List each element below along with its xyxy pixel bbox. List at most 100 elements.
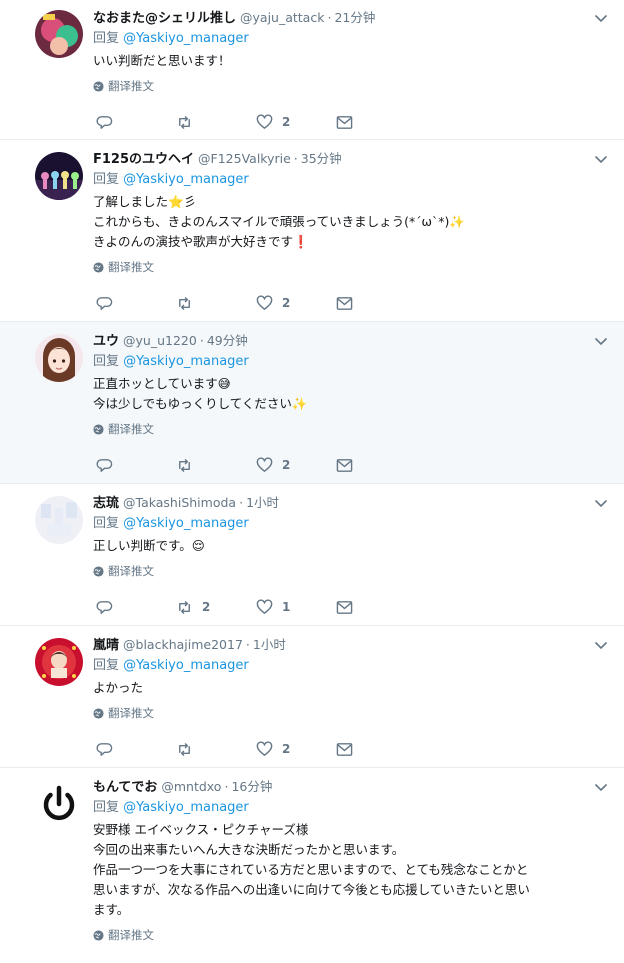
username[interactable]: @yu_u1220 — [123, 333, 197, 348]
globe-icon — [93, 929, 104, 941]
heart-icon — [256, 457, 273, 472]
reply-button[interactable] — [96, 599, 176, 616]
chevron-down-icon[interactable] — [594, 336, 608, 346]
heart-icon — [256, 295, 273, 310]
retweet-count: 2 — [202, 600, 211, 614]
like-button[interactable]: 2 — [256, 741, 336, 758]
like-count: 2 — [282, 296, 291, 310]
retweet-button[interactable] — [176, 295, 256, 312]
like-button[interactable]: 1 — [256, 599, 336, 616]
chevron-down-icon[interactable] — [594, 13, 608, 23]
direct-message-button[interactable] — [336, 114, 366, 131]
timestamp[interactable]: 21分钟 — [334, 10, 375, 25]
globe-icon — [93, 707, 104, 719]
display-name[interactable]: F125のユウヘイ — [93, 152, 194, 167]
translate-tweet-link[interactable]: 翻译推文 — [93, 77, 610, 95]
retweet-button[interactable]: 2 — [176, 599, 256, 616]
translate-tweet-link[interactable]: 翻译推文 — [93, 562, 610, 580]
reply-button[interactable] — [96, 457, 176, 474]
translate-label: 翻译推文 — [108, 928, 154, 942]
username[interactable]: @blackhajime2017 — [123, 637, 243, 652]
like-button[interactable]: 2 — [256, 114, 336, 131]
avatar[interactable] — [35, 10, 83, 58]
tweet[interactable]: 志琉 @TakashiShimoda · 1小时 回复 @Yaskiyo_manage… — [0, 484, 624, 626]
globe-icon — [93, 80, 104, 92]
retweet-icon — [179, 115, 190, 129]
separator: · — [239, 495, 244, 510]
avatar[interactable] — [35, 152, 83, 200]
mention-link[interactable]: @Yaskiyo_manager — [123, 800, 249, 815]
globe-icon — [93, 423, 104, 435]
globe-icon — [93, 261, 104, 273]
timestamp[interactable]: 1小时 — [253, 637, 286, 652]
avatar[interactable] — [35, 780, 83, 828]
chevron-down-icon[interactable] — [594, 498, 608, 508]
retweet-button[interactable] — [176, 114, 256, 131]
display-name[interactable]: なおまた@シェリル推し — [93, 11, 236, 26]
reply-prefix: 回复 — [93, 31, 120, 46]
mention-link[interactable]: @Yaskiyo_manager — [123, 516, 249, 531]
mention-link[interactable]: @Yaskiyo_manager — [123, 31, 249, 46]
reply-button[interactable] — [96, 295, 176, 312]
timestamp[interactable]: 49分钟 — [207, 333, 248, 348]
tweet-text: いい判断だと思います！ — [93, 53, 231, 68]
replying-to: 回复 @Yaskiyo_manager — [93, 29, 610, 49]
reply-button[interactable] — [96, 114, 176, 131]
tweet[interactable]: ユウ @yu_u1220 · 49分钟 回复 @Yaskiyo_manager 正直ホ… — [0, 322, 624, 484]
tweet-text: よかった — [93, 680, 144, 695]
retweet-button[interactable] — [176, 457, 256, 474]
replying-to: 回复 @Yaskiyo_manager — [93, 352, 610, 372]
reply-icon — [96, 115, 113, 129]
chevron-down-icon[interactable] — [594, 640, 608, 650]
timestamp[interactable]: 1小时 — [246, 495, 279, 510]
direct-message-button[interactable] — [336, 295, 366, 312]
username[interactable]: @TakashiShimoda — [123, 495, 236, 510]
translate-tweet-link[interactable]: 翻译推文 — [93, 420, 610, 438]
direct-message-button[interactable] — [336, 741, 366, 758]
retweet-icon — [179, 600, 190, 614]
tweet[interactable]: もんてでお @mntdxo · 16分钟 回复 @Yaskiyo_manager 安野… — [0, 768, 624, 963]
reply-button[interactable] — [96, 741, 176, 758]
tweet[interactable]: 嵐晴 @blackhajime2017 · 1小时 回复 @Yaskiyo_manag… — [0, 626, 624, 768]
display-name[interactable]: ユウ — [93, 334, 119, 349]
reply-icon — [96, 600, 113, 614]
username[interactable]: @F125Valkyrie — [198, 151, 291, 166]
direct-message-button[interactable] — [336, 599, 366, 616]
direct-message-button[interactable] — [336, 457, 366, 474]
timestamp[interactable]: 16分钟 — [231, 779, 272, 794]
tweet-text: 正直ホッとしています😅 今は少しでもゆっくりしてください✨ — [93, 376, 308, 411]
reply-icon — [96, 458, 113, 472]
reply-prefix: 回复 — [93, 354, 120, 369]
username[interactable]: @yaju_attack — [240, 10, 324, 25]
mention-link[interactable]: @Yaskiyo_manager — [123, 658, 249, 673]
username[interactable]: @mntdxo — [161, 779, 221, 794]
timestamp[interactable]: 35分钟 — [301, 151, 342, 166]
tweet-text: 了解しました⭐彡 これからも、きよのんスマイルで頑張っていきましょう(*´ω`*… — [93, 194, 465, 249]
like-button[interactable]: 2 — [256, 295, 336, 312]
avatar[interactable] — [35, 334, 83, 382]
replying-to: 回复 @Yaskiyo_manager — [93, 798, 610, 818]
reply-icon — [96, 296, 113, 310]
separator: · — [327, 10, 332, 25]
display-name[interactable]: もんてでお — [93, 780, 157, 795]
display-name[interactable]: 嵐晴 — [93, 638, 119, 653]
translate-label: 翻译推文 — [108, 564, 154, 578]
separator: · — [199, 333, 204, 348]
chevron-down-icon[interactable] — [594, 154, 608, 164]
translate-label: 翻译推文 — [108, 260, 154, 274]
display-name[interactable]: 志琉 — [93, 496, 119, 511]
tweet[interactable]: なおまた@シェリル推し @yaju_attack · 21分钟 回复 @Yaskiyo… — [0, 0, 624, 140]
like-button[interactable]: 2 — [256, 457, 336, 474]
avatar[interactable] — [35, 638, 83, 686]
avatar[interactable] — [35, 496, 83, 544]
mention-link[interactable]: @Yaskiyo_manager — [123, 172, 249, 187]
translate-tweet-link[interactable]: 翻译推文 — [93, 258, 610, 276]
chevron-down-icon[interactable] — [594, 782, 608, 792]
mention-link[interactable]: @Yaskiyo_manager — [123, 354, 249, 369]
envelope-icon — [336, 742, 353, 756]
translate-tweet-link[interactable]: 翻译推文 — [93, 704, 610, 722]
envelope-icon — [336, 600, 353, 614]
translate-tweet-link[interactable]: 翻译推文 — [93, 926, 610, 944]
retweet-button[interactable] — [176, 741, 256, 758]
tweet[interactable]: F125のユウヘイ @F125Valkyrie · 35分钟 回复 @Yaskiyo_… — [0, 140, 624, 322]
